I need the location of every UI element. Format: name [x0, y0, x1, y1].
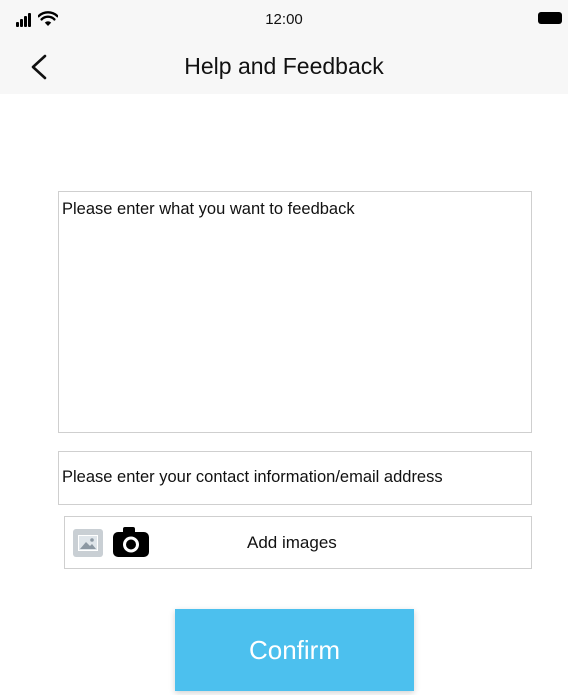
confirm-button[interactable]: Confirm	[175, 609, 414, 691]
navigation-bar: Help and Feedback	[0, 42, 568, 94]
status-bar: 12:00	[0, 0, 568, 42]
add-images-button[interactable]: Add images	[64, 516, 532, 569]
feedback-placeholder: Please enter what you want to feedback	[62, 200, 355, 218]
battery-icon	[538, 12, 562, 24]
add-images-label: Add images	[247, 533, 337, 552]
page-title: Help and Feedback	[184, 53, 384, 79]
image-gallery-icon[interactable]	[73, 529, 103, 557]
status-time: 12:00	[265, 11, 303, 28]
contact-input[interactable]: Please enter your contact information/em…	[58, 451, 532, 505]
contact-placeholder: Please enter your contact information/em…	[62, 468, 443, 486]
camera-icon[interactable]	[112, 526, 150, 558]
feedback-textarea[interactable]: Please enter what you want to feedback	[58, 191, 532, 433]
